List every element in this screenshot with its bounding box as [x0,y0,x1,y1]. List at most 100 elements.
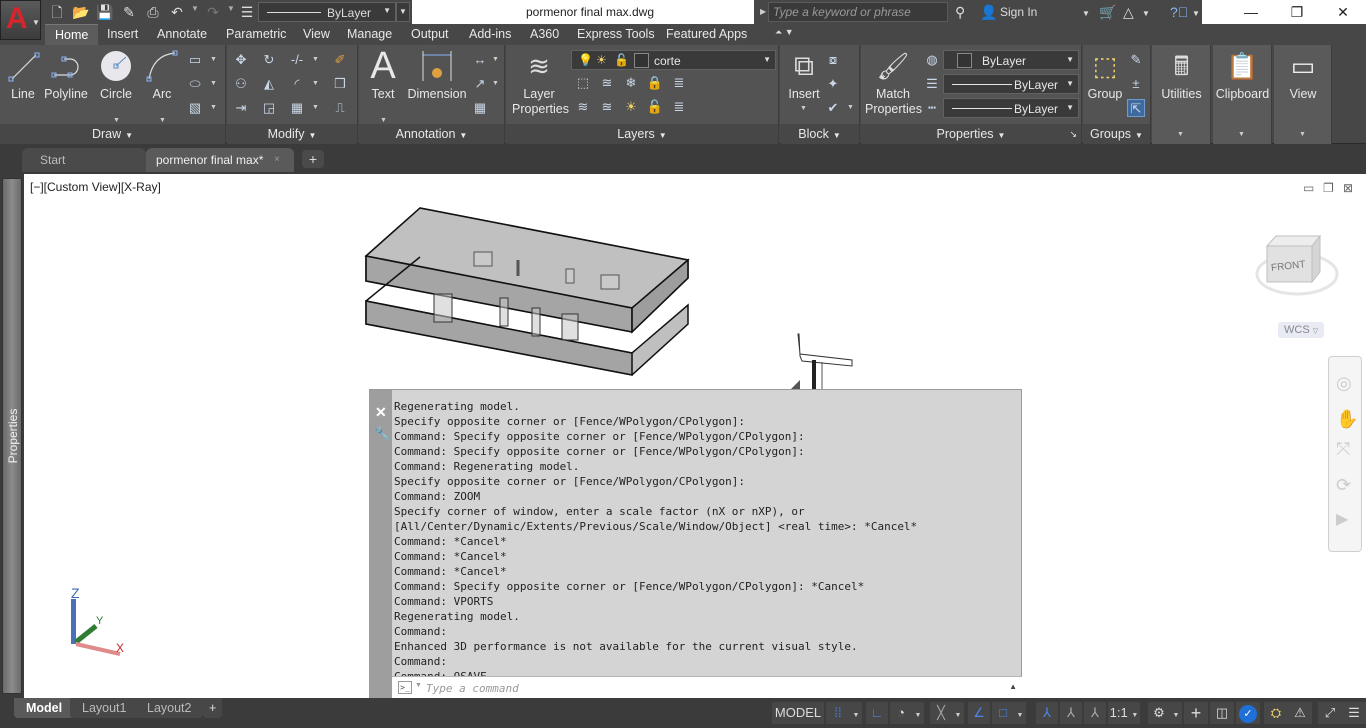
add-layout-button[interactable]: + [203,698,223,718]
new-icon[interactable]: 🗋 [48,3,66,21]
array-icon[interactable]: ▦ [288,99,306,117]
search-input[interactable] [768,2,948,22]
chevron-down-icon[interactable]: ▼ [492,56,499,63]
layer-unisolate-icon[interactable]: ≋ [574,98,592,116]
file-tab-active[interactable]: pormenor final max* × [146,148,294,172]
scale-icon[interactable]: ◲ [260,99,278,117]
arc-button[interactable]: Arc [144,49,180,102]
edit-block-icon[interactable]: ✦ [824,75,842,93]
cart-icon[interactable]: 🛒 [1099,3,1116,21]
open-icon[interactable]: 📂 [72,3,90,21]
plus-icon[interactable]: + [1184,702,1208,724]
new-tab-button[interactable]: + [302,150,324,168]
offset-icon[interactable]: ⎍ [331,99,349,117]
grid-icon[interactable]: ⁞⁞ [826,702,850,724]
erase-icon[interactable]: ✐ [331,51,349,69]
viewport-minimize-icon[interactable]: ▭ [1303,181,1314,195]
chevron-up-icon[interactable]: ▲ [1009,682,1017,691]
text-button[interactable]: A Text [367,47,399,102]
lineweight-dropdown[interactable]: ByLayer ▼ [258,2,396,22]
color-dropdown[interactable]: ByLayer ▼ [943,50,1079,70]
undo-dropdown-icon[interactable]: ▼ [191,4,199,13]
polyline-button[interactable]: Polyline [42,49,90,102]
pan-icon[interactable]: ✋ [1336,409,1358,430]
layer-thaw-all-icon[interactable]: ☀ [622,98,640,116]
layer-isolate-icon[interactable]: ⬚ [574,74,592,92]
help-icon[interactable]: ?⃝ [1170,3,1188,21]
block-panel-title[interactable]: Block ▼ [780,124,859,144]
chevron-down-icon[interactable]: ▼ [415,682,422,689]
layer-unlock-icon[interactable]: 🔓 [614,53,629,67]
clean-screen-icon[interactable]: ⛭ [1264,702,1288,724]
move-icon[interactable]: ✥ [232,51,250,69]
application-menu-button[interactable]: A ▼ [0,0,41,40]
file-tab-start[interactable]: Start [22,148,146,172]
expand-search-icon[interactable]: ▶ [760,7,766,16]
autodesk-app-icon[interactable]: △ [1123,3,1134,21]
make-current-icon[interactable]: ≊ [598,98,616,116]
auto-scale-icon[interactable]: ⅄ [1060,702,1082,724]
close-icon[interactable]: ✕ [375,404,387,421]
steering-wheel-icon[interactable]: ◎ [1336,373,1352,394]
viewport-controls-label[interactable]: [−][Custom View][X-Ray] [30,180,161,194]
linear-dimension-icon[interactable]: ↔ [471,51,489,69]
chevron-down-icon[interactable]: ▼ [912,702,924,724]
showmotion-icon[interactable]: ▶ [1336,509,1348,529]
chevron-down-icon[interactable]: ▼ [210,80,217,87]
properties-palette-bar[interactable]: Properties [2,178,22,694]
tab-annotate[interactable]: Annotate [147,24,217,45]
layout-tab-layout2[interactable]: Layout2 [135,698,204,718]
chevron-down-icon[interactable]: ▼ [800,105,807,112]
layer-properties-button[interactable]: ≋ Layer Properties [512,49,569,117]
close-button[interactable]: ✕ [1320,0,1366,24]
wrench-icon[interactable]: 🔧 [374,426,390,442]
annotation-scale-dropdown[interactable]: 1:1 ▼ [1108,702,1140,724]
annotation-scale-icon[interactable]: ⅄ [1084,702,1106,724]
minimize-button[interactable]: — [1228,0,1274,24]
tab-output[interactable]: Output [401,24,459,45]
model-space-toggle[interactable]: MODEL [772,702,824,724]
layout-tab-layout1[interactable]: Layout1 [70,698,139,718]
group-selection-toggle[interactable]: ⇱ [1127,99,1145,117]
leader-icon[interactable]: ↗ [471,75,489,93]
layer-thaw-icon[interactable]: ☀ [596,53,607,67]
table-icon[interactable]: ▦ [471,99,489,117]
copy-icon[interactable]: ⚇ [232,75,250,93]
lineweight-dropdown[interactable]: ByLayer ▼ [943,74,1079,94]
sign-in-button[interactable]: Sign In [1000,5,1037,19]
ortho-icon[interactable]: ∟ [866,702,888,724]
chevron-down-icon[interactable]: ▼ [492,80,499,87]
layer-previous-icon[interactable]: ≣ [670,74,688,92]
tab-add-ins[interactable]: Add-ins [459,24,521,45]
object-snap-tracking-icon[interactable]: ∠ [968,702,990,724]
line-button[interactable]: Line [6,49,40,102]
tab-manage[interactable]: Manage [337,24,402,45]
wcs-menu[interactable]: WCS ▽ [1278,322,1324,338]
ellipse-icon[interactable]: ⬭ [186,75,204,93]
layer-match-icon[interactable]: ≊ [598,74,616,92]
annotation-visibility-icon[interactable]: ⅄ [1036,702,1058,724]
layer-on-icon[interactable]: 💡 [578,53,593,67]
chevron-down-icon[interactable]: ▼ [847,104,854,111]
chevron-down-icon[interactable]: ▼ [113,117,120,124]
redo-dropdown-icon[interactable]: ▼ [227,4,235,13]
mirror-icon[interactable]: ◭ [260,75,278,93]
dialog-launcher-icon[interactable]: ↘ [1069,124,1077,144]
properties-panel-title[interactable]: Properties ▼ ↘ [861,124,1081,144]
tab-view[interactable]: View [293,24,340,45]
layers-panel-title[interactable]: Layers ▼ [506,124,778,144]
workspace-gear-icon[interactable]: ⚙ [1148,702,1170,724]
isolate-objects-icon[interactable]: ◫ [1210,702,1234,724]
explode-icon[interactable]: ❒ [331,75,349,93]
layer-freeze-icon[interactable]: ❄ [622,74,640,92]
chevron-down-icon[interactable]: ▼ [312,80,319,87]
tab-insert[interactable]: Insert [97,24,148,45]
save-icon[interactable]: 💾 [96,3,114,21]
command-input[interactable] [426,679,986,697]
command-prompt-icon[interactable]: >_ [398,681,412,694]
ribbon-display-toggle[interactable]: ⏶ ▼ [775,27,794,38]
chevron-down-icon[interactable]: ▼ [1142,5,1150,23]
groups-panel-title[interactable]: Groups ▼ [1083,124,1150,144]
chevron-down-icon[interactable]: ▼ [380,117,387,124]
chevron-down-icon[interactable]: ▼ [210,56,217,63]
